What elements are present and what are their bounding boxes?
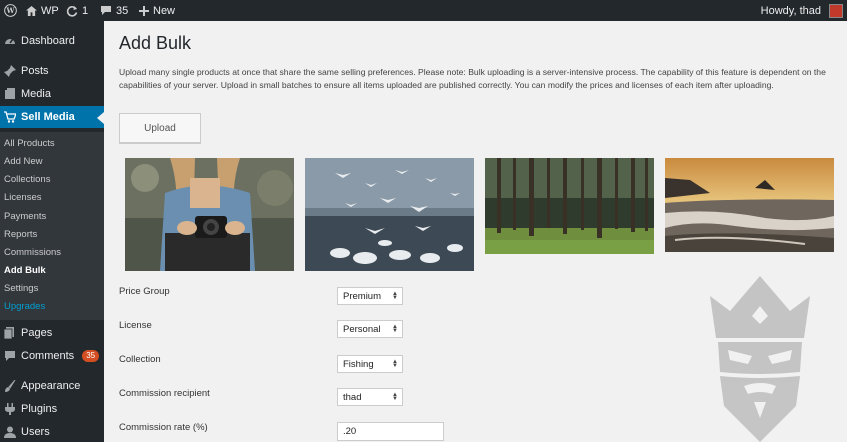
- menu-appearance-label: Appearance: [21, 380, 81, 392]
- commission-rate-label: Commission rate (%): [119, 422, 208, 433]
- new-label: New: [153, 4, 176, 17]
- site-name-link[interactable]: WP: [26, 0, 59, 21]
- submenu-reports[interactable]: Reports: [4, 228, 37, 242]
- users-icon: [4, 426, 16, 438]
- menu-plugins-label: Plugins: [21, 403, 58, 415]
- updates-count: 1: [82, 4, 89, 17]
- menu-posts-label: Posts: [21, 65, 49, 77]
- collection-label: Collection: [119, 354, 161, 365]
- submenu-upgrades[interactable]: Upgrades: [4, 300, 45, 314]
- select-arrows-icon: ▲ ▼: [392, 359, 398, 369]
- comments-badge: 35: [82, 350, 100, 362]
- submenu-all-products[interactable]: All Products: [4, 137, 55, 151]
- menu-comments[interactable]: Comments 35: [0, 345, 104, 367]
- select-arrows-icon: ▲ ▼: [392, 291, 398, 301]
- submenu-collections[interactable]: Collections: [4, 173, 50, 187]
- price-group-value: Premium: [343, 290, 382, 302]
- menu-sell-media-label: Sell Media: [21, 111, 75, 123]
- comments-count: 35: [116, 4, 129, 17]
- menu-posts[interactable]: Posts: [0, 60, 104, 82]
- comments-link[interactable]: 35: [100, 0, 128, 21]
- plugin-icon: [4, 403, 16, 415]
- submenu-settings[interactable]: Settings: [4, 282, 38, 296]
- thumbnail-image[interactable]: [125, 158, 294, 271]
- wordpress-logo-icon[interactable]: W: [4, 0, 17, 21]
- menu-appearance[interactable]: Appearance: [0, 375, 104, 397]
- commission-recipient-label: Commission recipient: [119, 388, 210, 399]
- menu-dashboard-label: Dashboard: [21, 35, 75, 47]
- menu-pages[interactable]: Pages: [0, 322, 104, 344]
- collection-value: Fishing: [343, 358, 374, 370]
- menu-sell-media[interactable]: Sell Media: [0, 106, 104, 128]
- submenu-add-bulk[interactable]: Add Bulk: [4, 264, 46, 278]
- site-name: WP: [41, 4, 59, 17]
- king-logo-watermark: [710, 276, 810, 442]
- license-value: Personal: [343, 323, 381, 335]
- menu-users[interactable]: Users: [0, 421, 104, 442]
- cart-icon: [4, 111, 16, 123]
- submenu-add-new[interactable]: Add New: [4, 155, 43, 169]
- submenu-payments[interactable]: Payments: [4, 210, 46, 224]
- svg-text:W: W: [5, 6, 15, 15]
- sell-media-submenu: All Products Add New Collections License…: [0, 132, 104, 320]
- collection-select[interactable]: Fishing ▲ ▼: [337, 355, 403, 373]
- pages-icon: [4, 327, 16, 339]
- select-arrows-icon: ▲ ▼: [392, 324, 398, 334]
- home-icon: [26, 5, 37, 16]
- media-icon: [4, 88, 16, 100]
- commission-rate-input[interactable]: .20: [337, 422, 444, 441]
- updates-link[interactable]: 1: [66, 0, 88, 21]
- pin-icon: [4, 65, 16, 77]
- menu-plugins[interactable]: Plugins: [0, 398, 104, 420]
- license-select[interactable]: Personal ▲ ▼: [337, 320, 403, 338]
- license-label: License: [119, 320, 152, 331]
- admin-sidebar: Dashboard Posts Media Sell Media All Pro…: [0, 21, 104, 442]
- upload-button[interactable]: Upload: [119, 113, 201, 143]
- comments-icon: [4, 350, 16, 362]
- submenu-licenses[interactable]: Licenses: [4, 191, 42, 205]
- menu-pages-label: Pages: [21, 327, 53, 339]
- select-arrows-icon: ▲ ▼: [392, 392, 398, 402]
- updates-icon: [66, 5, 78, 17]
- thumbnail-image[interactable]: [305, 158, 474, 271]
- submenu-commissions[interactable]: Commissions: [4, 246, 61, 260]
- menu-dashboard[interactable]: Dashboard: [0, 30, 104, 52]
- page-title: Add Bulk: [119, 33, 192, 53]
- avatar: [829, 3, 843, 18]
- menu-media-label: Media: [21, 88, 51, 100]
- admin-bar: W WP 1 35 New Howdy, thad: [0, 0, 847, 21]
- price-group-label: Price Group: [119, 286, 170, 297]
- new-content-link[interactable]: New: [139, 0, 175, 21]
- thumbnail-image[interactable]: [665, 158, 834, 252]
- commission-recipient-select[interactable]: thad ▲ ▼: [337, 388, 403, 406]
- menu-media[interactable]: Media: [0, 83, 104, 105]
- dashboard-icon: [4, 35, 16, 47]
- paintbrush-icon: [4, 380, 16, 392]
- comment-icon: [101, 6, 111, 15]
- howdy-greeting: Howdy, thad: [760, 4, 821, 17]
- commission-recipient-value: thad: [343, 391, 362, 403]
- plus-icon: [139, 5, 149, 16]
- page-description: Upload many single products at once that…: [119, 67, 826, 90]
- my-account-link[interactable]: Howdy, thad: [761, 0, 843, 21]
- thumbnail-image[interactable]: [485, 158, 654, 254]
- menu-users-label: Users: [21, 426, 50, 438]
- menu-comments-label: Comments: [21, 350, 75, 362]
- price-group-select[interactable]: Premium ▲ ▼: [337, 287, 403, 305]
